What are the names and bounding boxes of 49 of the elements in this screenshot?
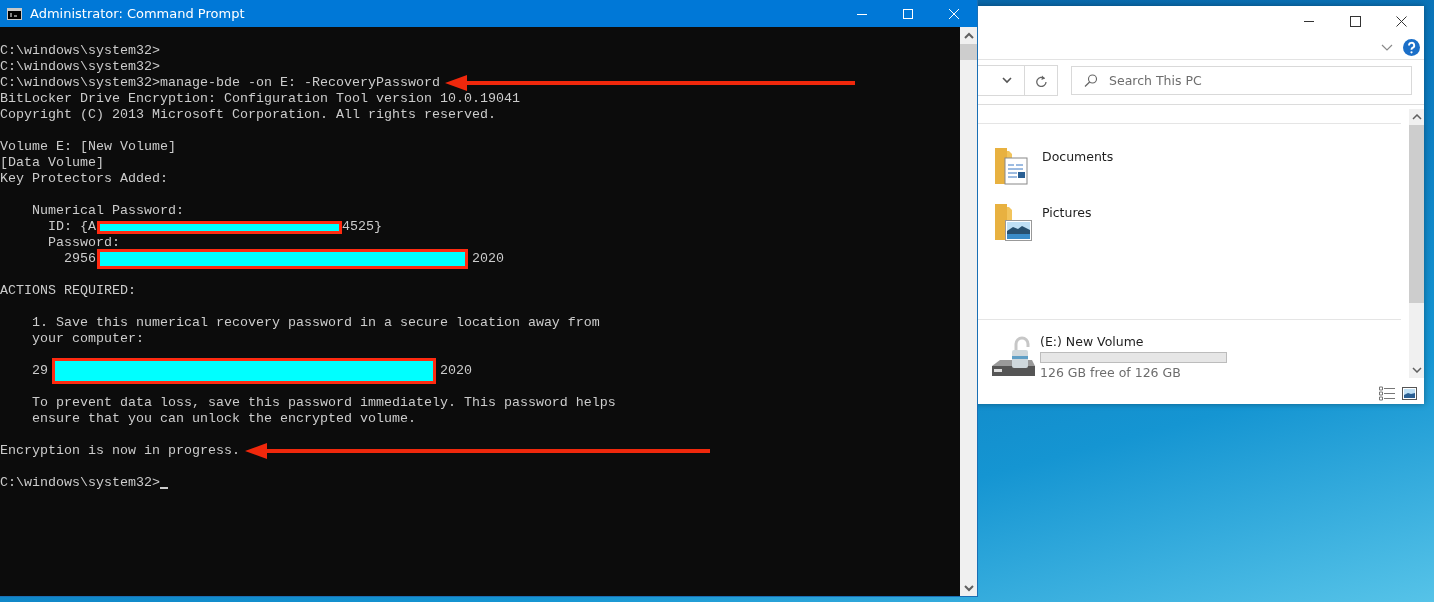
console-line: C:\windows\system32> bbox=[0, 43, 160, 59]
console-line: Encryption is now in progress. bbox=[0, 443, 240, 459]
free-space-text: 126 GB free of 126 GB bbox=[1040, 365, 1182, 380]
console-line: 2020 bbox=[472, 251, 504, 267]
terminal-icon bbox=[7, 7, 22, 20]
picture-folder-icon[interactable] bbox=[994, 201, 1032, 242]
console-line: ensure that you can unlock the encrypted volume. bbox=[31, 411, 416, 427]
console-line: Numerical Password: bbox=[31, 203, 184, 219]
console-line: your computer: bbox=[31, 331, 144, 347]
scroll-thumb[interactable] bbox=[960, 44, 977, 60]
console-line: ID: {A bbox=[47, 219, 96, 235]
search-field[interactable]: Search This PC bbox=[1071, 66, 1412, 95]
details-view-icon[interactable] bbox=[1379, 385, 1395, 401]
large-icons-view-icon[interactable] bbox=[1402, 386, 1417, 400]
console-line: 1. Save this numerical recovery password in a secure location away from bbox=[31, 315, 600, 331]
drive-name[interactable]: (E:) New Volume bbox=[1040, 334, 1227, 349]
scroll-thumb[interactable] bbox=[1409, 125, 1424, 303]
console-line: Copyright (C) 2013 Microsoft Corporation. All rights reserved. bbox=[0, 107, 496, 123]
scroll-down-icon[interactable] bbox=[963, 583, 974, 592]
console-line: ACTIONS REQUIRED: bbox=[0, 283, 136, 299]
console-prompt: C:\windows\system32> bbox=[0, 475, 160, 491]
console-line: Password: bbox=[47, 235, 120, 251]
scrollbar[interactable] bbox=[960, 27, 977, 596]
console-line: 2956 bbox=[63, 251, 96, 267]
console-line: BitLocker Drive Encryption: Configuration Tool version 10.0.19041 bbox=[0, 91, 520, 107]
refresh-icon[interactable] bbox=[1035, 74, 1047, 87]
console-line: 29 bbox=[31, 363, 48, 379]
console-line: Key Protectors Added: bbox=[0, 171, 168, 187]
console-line: Volume E: [New Volume] bbox=[0, 139, 176, 155]
console-line: C:\windows\system32> bbox=[0, 59, 160, 75]
scroll-up-icon[interactable] bbox=[1411, 114, 1422, 120]
folder-name[interactable]: Pictures bbox=[1042, 205, 1092, 220]
console-line: To prevent data loss, save this password immediately. This password helps bbox=[31, 395, 616, 411]
maximize-icon[interactable] bbox=[1349, 15, 1361, 27]
console-line: 2020 bbox=[440, 363, 472, 379]
console-line: [Data Volume] bbox=[0, 155, 104, 171]
help-icon[interactable] bbox=[1403, 39, 1420, 56]
window-title: Administrator: Command Prompt bbox=[30, 6, 246, 21]
folder-name[interactable]: Documents bbox=[1042, 149, 1114, 164]
drive-padlock-icon[interactable] bbox=[990, 334, 1036, 378]
chevron-down-icon[interactable] bbox=[1381, 44, 1393, 51]
scroll-up-icon[interactable] bbox=[963, 31, 974, 40]
scroll-down-icon[interactable] bbox=[1411, 367, 1422, 373]
close-icon[interactable] bbox=[1395, 15, 1407, 27]
chevron-down-icon[interactable] bbox=[1001, 77, 1012, 84]
scrollbar[interactable] bbox=[1409, 109, 1424, 378]
console-line: C:\windows\system32>manage-bde -on E: -RecoveryPassword bbox=[0, 75, 440, 91]
console-line: 4525} bbox=[342, 219, 382, 235]
search-icon bbox=[1084, 74, 1097, 87]
